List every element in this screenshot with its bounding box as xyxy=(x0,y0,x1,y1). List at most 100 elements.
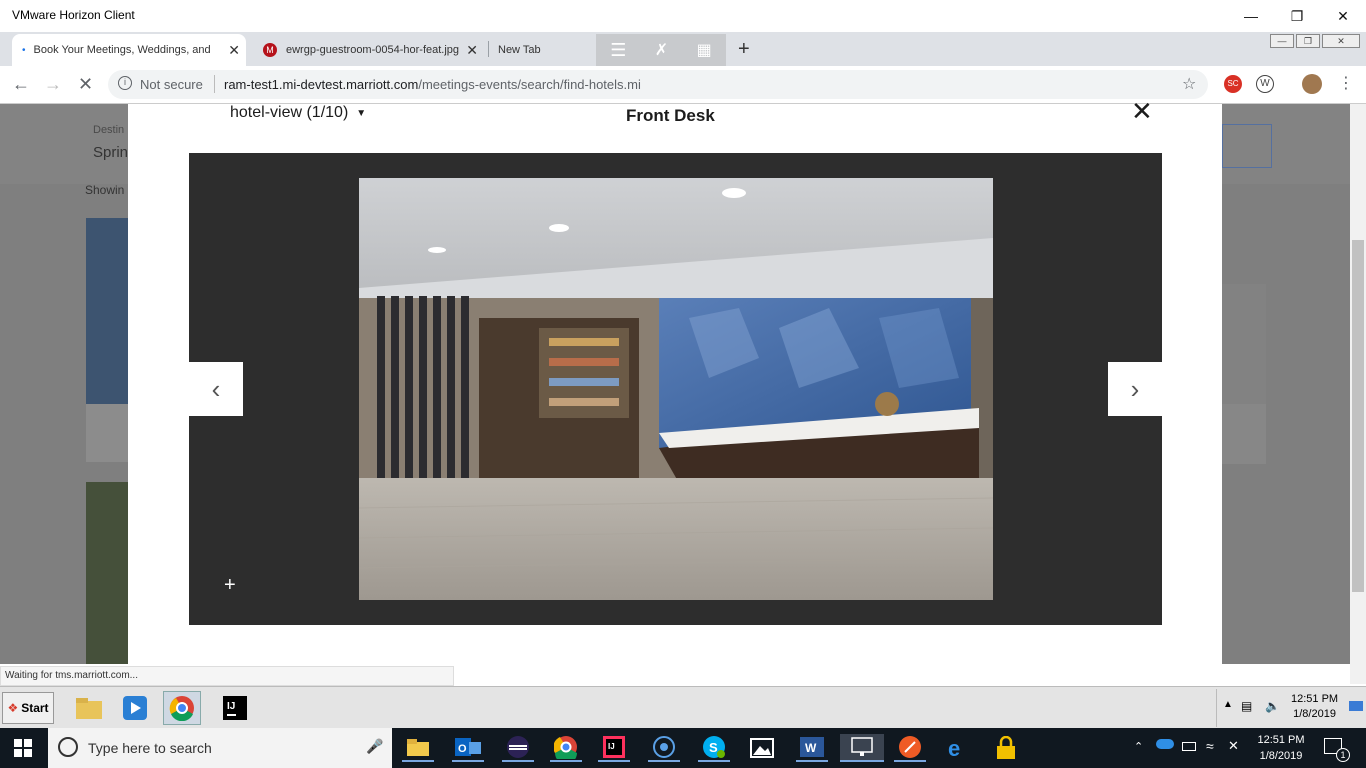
inner-minimize-button[interactable]: — xyxy=(1270,34,1294,48)
previous-image-button[interactable]: ‹ xyxy=(189,362,243,416)
show-hidden-icons-icon[interactable]: ⌃ xyxy=(1134,740,1143,753)
notification-count-badge: 1 xyxy=(1336,748,1350,762)
eclipse-icon[interactable] xyxy=(502,734,534,762)
media-player-icon[interactable] xyxy=(116,691,154,725)
profile-avatar[interactable] xyxy=(1302,74,1322,94)
disconnect-icon[interactable]: ✗ xyxy=(655,40,668,60)
modal-title: Front Desk xyxy=(626,106,715,125)
chrome-app-icon[interactable] xyxy=(550,734,582,762)
bookmark-star-icon[interactable]: ☆ xyxy=(1182,74,1196,94)
postman-icon[interactable] xyxy=(894,734,926,762)
tab-label: ewrgp-guestroom-0054-hor-feat.jpg xyxy=(286,44,460,56)
battery-icon[interactable] xyxy=(1182,742,1196,751)
vmware-horizon-taskbar-icon[interactable] xyxy=(840,734,884,762)
wappalyzer-icon[interactable]: W xyxy=(1256,75,1274,93)
wifi-icon[interactable]: ≈ xyxy=(1206,738,1214,754)
view-selector[interactable]: hotel-view (1/10) ▼ xyxy=(230,104,366,122)
side-card xyxy=(1222,284,1266,404)
windows-start-icon[interactable] xyxy=(14,739,32,762)
word-icon[interactable]: W xyxy=(796,734,828,762)
svg-text:IJ: IJ xyxy=(608,742,615,751)
url-path: /meetings-events/search/find-hotels.mi xyxy=(418,77,641,92)
remote-clock[interactable]: 12:51 PM 1/8/2019 xyxy=(1291,692,1338,722)
fullscreen-icon[interactable]: ▦ xyxy=(697,40,712,60)
next-image-button[interactable]: › xyxy=(1108,362,1162,416)
tab-book-meetings[interactable]: • Book Your Meetings, Weddings, and ✕ xyxy=(12,34,246,66)
security-label: Not secure xyxy=(140,77,203,92)
security-lock-icon[interactable] xyxy=(990,734,1022,762)
scrollbar-thumb[interactable] xyxy=(1352,240,1364,592)
close-tab-icon[interactable]: ✕ xyxy=(466,42,478,59)
search-placeholder: Type here to search xyxy=(88,740,212,756)
outlook-icon[interactable]: O xyxy=(452,734,484,762)
view-selector-label: hotel-view (1/10) xyxy=(230,104,349,121)
showing-text: Showin xyxy=(85,183,125,197)
remote-system-tray: ▲ ▤ 🔈 12:51 PM 1/8/2019 xyxy=(1216,689,1366,727)
inner-restore-button[interactable]: ❐ xyxy=(1296,34,1320,48)
info-icon[interactable]: i xyxy=(118,76,132,90)
volume-muted-icon[interactable]: ✕ xyxy=(1228,738,1239,754)
marriott-favicon-icon: M xyxy=(263,43,277,57)
window-title: VMware Horizon Client xyxy=(12,8,135,22)
taskbar-clock[interactable]: 12:51 PM 1/8/2019 xyxy=(1248,732,1314,764)
file-explorer-icon[interactable] xyxy=(402,734,434,762)
photos-icon[interactable] xyxy=(746,734,778,762)
close-tab-icon[interactable]: ✕ xyxy=(228,42,240,59)
hotel-thumbnail[interactable] xyxy=(86,218,128,404)
windows-flag-icon: ❖ xyxy=(7,701,19,715)
svg-text:M: M xyxy=(266,45,274,55)
horizon-app-icon[interactable] xyxy=(648,734,680,762)
inner-close-button[interactable]: ✕ xyxy=(1322,34,1360,48)
status-bubble: Waiting for tms.marriott.com... xyxy=(0,666,454,686)
close-window-button[interactable]: ✕ xyxy=(1320,0,1366,32)
loading-dot-icon: • xyxy=(22,44,26,56)
close-modal-icon[interactable]: ✕ xyxy=(1131,96,1153,127)
minimize-button[interactable]: — xyxy=(1228,0,1274,32)
intellij-app-icon[interactable]: IJ xyxy=(598,734,630,762)
url-text[interactable]: ram-test1.mi-devtest.marriott.com/meetin… xyxy=(224,77,641,92)
tray-chevron-icon[interactable]: ▲ xyxy=(1223,699,1233,710)
svg-text:IJ: IJ xyxy=(227,701,235,712)
hotel-thumbnail[interactable] xyxy=(86,482,128,664)
new-tab-button[interactable]: + xyxy=(738,38,750,61)
taskbar-search-box[interactable]: Type here to search 🎤 xyxy=(48,728,392,768)
tab-label: Book Your Meetings, Weddings, and xyxy=(33,44,211,56)
hotel-photo[interactable] xyxy=(359,178,993,600)
tab-guestroom-image[interactable]: M ewrgp-guestroom-0054-hor-feat.jpg ✕ xyxy=(252,34,484,66)
status-text: Waiting for tms.marriott.com... xyxy=(5,670,138,681)
volume-icon[interactable]: 🔈 xyxy=(1265,699,1280,713)
stop-loading-icon[interactable]: ✕ xyxy=(78,74,93,95)
chrome-taskbar-icon[interactable] xyxy=(163,691,201,725)
cortana-icon xyxy=(58,737,78,757)
edge-icon[interactable]: e xyxy=(942,734,974,762)
menu-icon[interactable]: ☰ xyxy=(610,40,626,61)
chrome-menu-icon[interactable]: ⋮ xyxy=(1338,73,1354,93)
svg-text:W: W xyxy=(805,741,817,755)
address-divider xyxy=(214,75,215,93)
remote-clock-time: 12:51 PM xyxy=(1291,693,1339,705)
tab-new-tab[interactable]: New Tab xyxy=(488,34,596,66)
explorer-icon[interactable] xyxy=(70,691,108,725)
url-domain: ram-test1.mi-devtest.marriott.com xyxy=(224,77,419,92)
network-icon[interactable]: ▤ xyxy=(1241,699,1252,713)
intellij-icon[interactable]: IJ xyxy=(216,691,254,725)
forward-icon[interactable]: → xyxy=(44,74,62,95)
skype-icon[interactable]: S xyxy=(698,734,730,762)
start-button[interactable]: ❖ Start xyxy=(2,692,54,724)
microphone-icon[interactable]: 🎤 xyxy=(366,738,383,755)
show-desktop-icon[interactable] xyxy=(1349,701,1363,711)
front-desk-photo xyxy=(359,178,993,600)
zoom-plus-icon[interactable]: + xyxy=(224,574,236,597)
svg-text:S: S xyxy=(709,740,718,755)
restore-button[interactable]: ❐ xyxy=(1274,0,1320,32)
svg-text:O: O xyxy=(458,743,467,755)
destination-label: Destin xyxy=(93,124,125,136)
back-icon[interactable]: ← xyxy=(12,74,30,95)
omnibox[interactable]: i Not secure ram-test1.mi-devtest.marrio… xyxy=(108,70,1208,99)
address-bar-row: ← → ✕ i Not secure ram-test1.mi-devtest.… xyxy=(0,66,1366,104)
extension-icon[interactable]: SC xyxy=(1224,75,1242,93)
onedrive-icon[interactable] xyxy=(1156,739,1174,749)
start-label: Start xyxy=(21,701,49,715)
clock-date: 1/8/2019 xyxy=(1259,750,1303,762)
search-button[interactable] xyxy=(1222,124,1272,168)
